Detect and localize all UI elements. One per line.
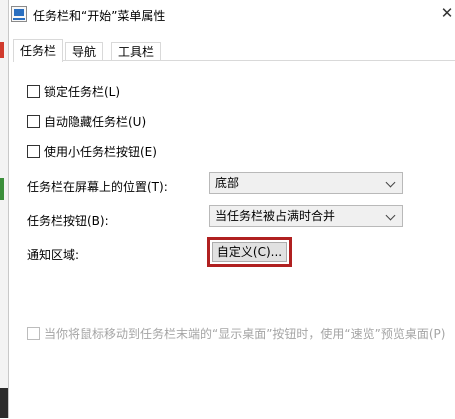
chevron-down-icon	[385, 177, 396, 188]
lock-taskbar-option[interactable]: 锁定任务栏(L)	[27, 84, 120, 100]
taskbar-buttons-label: 任务栏按钮(B):	[27, 214, 109, 228]
background-red-mark	[0, 42, 4, 58]
peek-checkbox[interactable]	[27, 327, 40, 340]
notification-area-label: 通知区域:	[27, 248, 80, 262]
small-buttons-option[interactable]: 使用小任务栏按钮(E)	[27, 144, 157, 160]
auto-hide-checkbox[interactable]	[27, 115, 40, 128]
lock-taskbar-checkbox[interactable]	[27, 85, 40, 98]
auto-hide-label: 自动隐藏任务栏(U)	[44, 115, 147, 129]
location-dropdown[interactable]: 底部	[209, 172, 403, 194]
close-icon[interactable]: ✕	[440, 4, 454, 22]
auto-hide-option[interactable]: 自动隐藏任务栏(U)	[27, 114, 146, 130]
peek-option[interactable]: 当你将鼠标移动到任务栏末端的“显示桌面”按钮时，使用“速览”预览桌面(P)	[27, 326, 445, 342]
chevron-down-icon	[385, 210, 396, 221]
taskbar-properties-dialog: 任务栏和“开始”菜单属性 ✕ 任务栏 导航 工具栏 锁定任务栏(L) 自动隐藏任…	[8, 0, 455, 418]
peek-label: 当你将鼠标移动到任务栏末端的“显示桌面”按钮时，使用“速览”预览桌面(P)	[44, 327, 446, 341]
small-buttons-checkbox[interactable]	[27, 145, 40, 158]
small-buttons-label: 使用小任务栏按钮(E)	[44, 145, 157, 159]
lock-taskbar-label: 锁定任务栏(L)	[44, 85, 121, 99]
taskbar-buttons-value: 当任务栏被占满时合并	[215, 209, 336, 223]
tab-navigation[interactable]: 导航	[65, 42, 104, 61]
customize-button[interactable]: 自定义(C)...	[212, 242, 287, 262]
tab-toolbars[interactable]: 工具栏	[111, 42, 162, 61]
tab-taskbar[interactable]: 任务栏	[13, 39, 64, 62]
taskbar-buttons-dropdown[interactable]: 当任务栏被占满时合并	[209, 205, 403, 227]
location-label: 任务栏在屏幕上的位置(T):	[27, 180, 168, 194]
title-bar: 任务栏和“开始”菜单属性 ✕	[9, 0, 455, 30]
background-green-mark	[0, 178, 4, 200]
dialog-title: 任务栏和“开始”菜单属性	[33, 9, 166, 23]
background-taskbar-edge	[0, 388, 8, 418]
background-window-edge	[0, 0, 8, 418]
location-value: 底部	[215, 176, 240, 190]
taskbar-properties-icon	[11, 6, 27, 22]
